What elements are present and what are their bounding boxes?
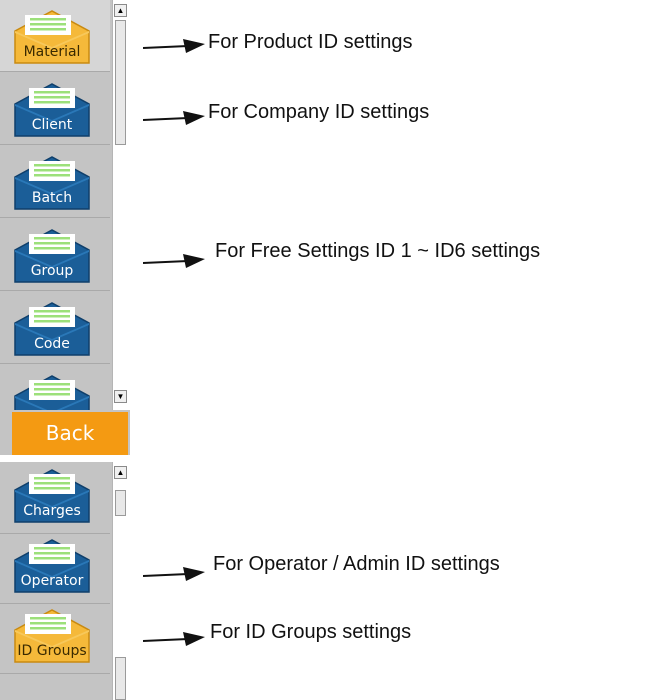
annotation-text: For ID Groups settings [210,621,412,643]
menu-panel-bottom: Charges Operator ID Groups ▲ [0,462,130,700]
menu-item-client[interactable]: Client [0,73,110,145]
annotation-text: For Operator / Admin ID settings [213,553,500,575]
menu-item-material[interactable]: Material [0,0,110,72]
menu-item-batch[interactable]: Batch [0,146,110,218]
scrollbar-top[interactable]: ▲ ▼ [112,0,130,410]
arrow-icon [143,254,205,268]
arrow-icon [143,111,205,125]
menu-panel-top: Material Client Batch Group Code ▲ ▼ Bac… [0,0,130,455]
scroll-up-icon[interactable]: ▲ [114,4,127,17]
annotation-text: For Free Settings ID 1 ~ ID6 settings [215,240,541,262]
menu-item-label: Operator [20,573,84,589]
scroll-thumb[interactable] [115,490,126,516]
menu-item-label: Charges [23,503,81,519]
back-button[interactable]: Back [12,412,128,455]
scroll-down-icon[interactable]: ▼ [114,390,127,403]
menu-item-group[interactable]: Group [0,219,110,291]
menu-item-label: Client [31,117,73,133]
annotation-rest: settings [338,31,413,53]
menu-item-label: Code [34,336,70,352]
envelope-icon: Charges [13,468,91,524]
menu-item-label: Material [23,44,81,60]
envelope-icon: Code [13,301,91,357]
menu-item-label: ID Groups [17,643,87,659]
scrollbar-bottom[interactable]: ▲ [112,462,130,700]
annotation-text: For Company ID settings [208,101,430,123]
menu-item-label: Group [30,263,74,279]
menu-item-operator[interactable]: Operator [0,532,110,604]
envelope-icon: Client [13,82,91,138]
scroll-thumb[interactable] [115,657,126,700]
envelope-icon: Material [13,9,91,65]
scroll-up-icon[interactable]: ▲ [114,466,127,479]
arrow-icon [143,39,205,53]
arrow-icon [143,632,205,646]
envelope-icon: Operator [13,538,91,594]
menu-item-code[interactable]: Code [0,292,110,364]
menu-item-charges[interactable]: Charges [0,462,110,534]
annotation-bold: For Product ID [208,31,339,53]
scroll-thumb[interactable] [115,20,126,145]
menu-item-label: Batch [31,190,73,206]
envelope-icon: Group [13,228,91,284]
envelope-icon: ID Groups [13,608,91,664]
envelope-icon [13,374,91,410]
envelope-icon: Batch [13,155,91,211]
menu-item-partial[interactable] [0,365,110,410]
annotation-text: For Product ID settings [208,31,413,54]
arrow-icon [143,567,205,581]
menu-item-id-groups[interactable]: ID Groups [0,602,110,674]
